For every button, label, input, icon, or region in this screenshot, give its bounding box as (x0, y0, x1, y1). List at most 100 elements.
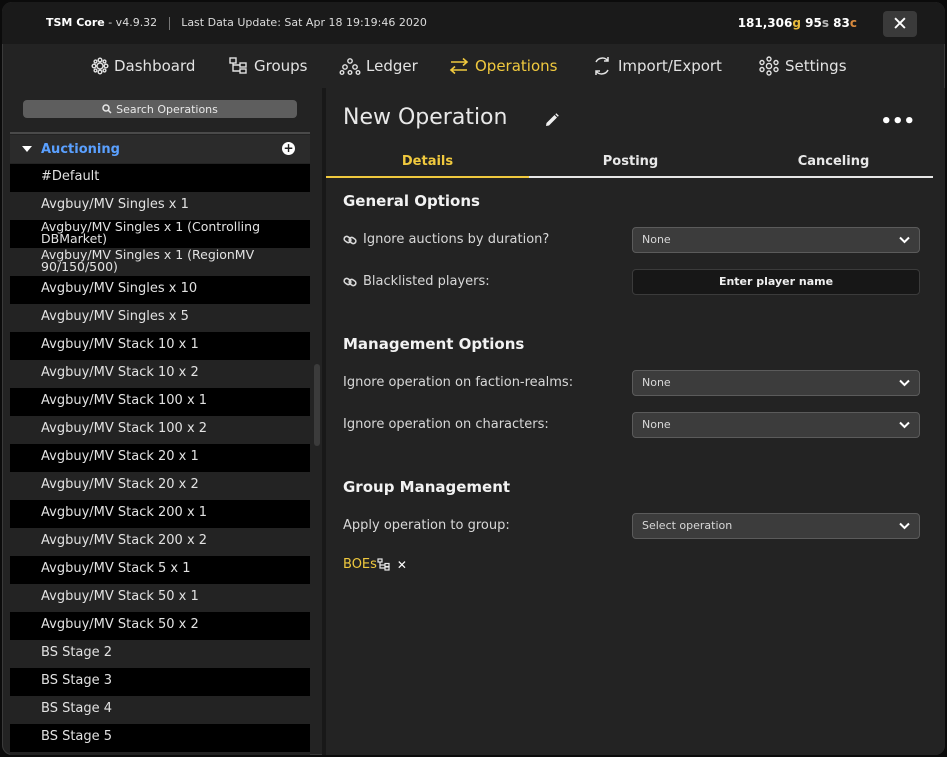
nav-operations[interactable]: Operations (448, 52, 557, 80)
list-item[interactable]: Avgbuy/MV Stack 5 x 1 (10, 556, 310, 584)
search-icon (102, 104, 112, 114)
list-item[interactable]: Avgbuy/MV Stack 50 x 2 (10, 612, 310, 640)
list-item[interactable]: BS Stage 2 (10, 640, 310, 668)
nav-label: Settings (785, 57, 847, 75)
chevron-down-icon (899, 421, 910, 429)
main-nav: Dashboard Groups Ledger Operations Impor… (2, 46, 945, 86)
characters-dropdown[interactable]: None (632, 412, 920, 438)
list-item[interactable]: Avgbuy/MV Singles x 1 (Controlling DBMar… (10, 220, 310, 248)
ignore-duration-dropdown[interactable]: None (632, 227, 920, 253)
ignore-duration-label: Ignore auctions by duration? (363, 232, 550, 247)
chevron-down-icon (899, 522, 910, 530)
nav-label: Import/Export (618, 57, 722, 75)
silver-unit: s (821, 16, 829, 30)
list-item[interactable]: Avgbuy/MV Stack 10 x 1 (10, 332, 310, 360)
list-item[interactable]: Avgbuy/MV Stack 10 x 2 (10, 360, 310, 388)
chevron-down-icon (899, 379, 910, 387)
settings-icon (759, 56, 779, 76)
sidebar-divider (10, 132, 310, 134)
import-export-icon (595, 57, 609, 75)
dropdown-value: None (642, 418, 671, 431)
module-label: Auctioning (41, 142, 120, 157)
tab-posting[interactable]: Posting (529, 154, 732, 169)
list-item[interactable]: Avgbuy/MV Stack 20 x 2 (10, 472, 310, 500)
ignore-duration-row: Ignore auctions by duration? (343, 232, 549, 247)
copper-amount: 83 (833, 16, 850, 30)
dropdown-value: None (642, 233, 671, 246)
operation-details-panel: New Operation ••• Details Posting Cancel… (326, 88, 945, 755)
group-tag-boes: BOEs ✕ (343, 557, 407, 572)
blacklist-label: Blacklisted players: (363, 274, 490, 289)
faction-realms-label: Ignore operation on faction-realms: (343, 375, 574, 390)
list-item[interactable]: Avgbuy/MV Stack 100 x 1 (10, 388, 310, 416)
group-tag-icon (377, 558, 390, 571)
chevron-down-icon (899, 236, 910, 244)
list-item[interactable]: BS Stage 3 (10, 668, 310, 696)
nav-label: Operations (475, 57, 558, 75)
blacklist-row: Blacklisted players: (343, 274, 490, 289)
link-icon[interactable] (343, 233, 357, 247)
title-bar[interactable]: TSM Core - v4.9.32 Last Data Update: Sat… (2, 2, 945, 44)
nav-label: Dashboard (114, 57, 196, 75)
nav-ledger[interactable]: Ledger (339, 52, 418, 80)
remove-group-icon[interactable]: ✕ (397, 558, 407, 572)
link-icon[interactable] (343, 275, 357, 289)
operations-sidebar: Search Operations Auctioning + #Default … (10, 88, 310, 755)
gold-amount: 181,306 (737, 16, 793, 30)
list-item[interactable]: Avgbuy/MV Singles x 1 (RegionMV 90/150/5… (10, 248, 310, 276)
nav-label: Ledger (366, 57, 418, 75)
list-item[interactable]: Avgbuy/MV Stack 200 x 2 (10, 528, 310, 556)
operations-list: #Default Avgbuy/MV Singles x 1 Avgbuy/MV… (10, 164, 310, 752)
management-options-heading: Management Options (343, 335, 525, 353)
list-item[interactable]: Avgbuy/MV Stack 100 x 2 (10, 416, 310, 444)
more-options-icon[interactable]: ••• (880, 111, 915, 132)
app-name: TSM Core (46, 16, 105, 29)
list-item[interactable]: Avgbuy/MV Singles x 1 (10, 192, 310, 220)
search-placeholder: Search Operations (116, 102, 218, 116)
nav-label: Groups (254, 57, 308, 75)
nav-dashboard[interactable]: Dashboard (91, 52, 195, 80)
groups-icon (229, 57, 247, 74)
add-operation-button[interactable]: + (282, 142, 295, 155)
list-item[interactable]: Avgbuy/MV Singles x 10 (10, 276, 310, 304)
list-item[interactable]: Avgbuy/MV Stack 20 x 1 (10, 444, 310, 472)
app-version: - v4.9.32 (108, 16, 158, 29)
sidebar-scrollbar[interactable] (314, 364, 320, 446)
operation-title: New Operation (343, 105, 508, 130)
title-text: TSM Core - v4.9.32 Last Data Update: Sat… (46, 16, 427, 30)
list-item[interactable]: Avgbuy/MV Stack 50 x 1 (10, 584, 310, 612)
list-item[interactable]: BS Stage 5 (10, 724, 310, 752)
characters-label: Ignore operation on characters: (343, 417, 549, 432)
silver-amount: 95 (805, 16, 822, 30)
last-update: Last Data Update: Sat Apr 18 19:19:46 20… (181, 16, 427, 29)
module-header-auctioning[interactable]: Auctioning + (10, 135, 310, 163)
search-input[interactable]: Search Operations (23, 100, 297, 118)
title-separator (168, 16, 170, 30)
list-item[interactable]: BS Stage 4 (10, 696, 310, 724)
group-tag-label: BOEs (343, 557, 377, 572)
apply-group-label: Apply operation to group: (343, 518, 510, 533)
collapse-triangle-icon[interactable] (22, 146, 32, 152)
blacklist-player-input[interactable]: Enter player name (632, 269, 920, 295)
list-item[interactable]: Avgbuy/MV Stack 200 x 1 (10, 500, 310, 528)
operations-icon (449, 57, 469, 75)
gold-display: 181,306g 95s 83c (738, 16, 857, 30)
nav-settings[interactable]: Settings (758, 52, 847, 80)
tsm-window: TSM Core - v4.9.32 Last Data Update: Sat… (2, 2, 945, 755)
faction-realms-dropdown[interactable]: None (632, 370, 920, 396)
list-item[interactable]: #Default (10, 164, 310, 192)
apply-group-dropdown[interactable]: Select operation (632, 513, 920, 539)
tab-canceling[interactable]: Canceling (732, 154, 935, 169)
tab-details[interactable]: Details (326, 154, 529, 169)
list-item[interactable]: Avgbuy/MV Singles x 5 (10, 304, 310, 332)
copper-unit: c (849, 16, 857, 30)
edit-pencil-icon[interactable] (545, 113, 559, 127)
nav-import-export[interactable]: Import/Export (591, 52, 722, 80)
dropdown-value: Select operation (642, 519, 733, 532)
general-options-heading: General Options (343, 192, 480, 210)
close-button[interactable]: ✕ (883, 11, 917, 37)
group-management-heading: Group Management (343, 478, 511, 496)
close-icon: ✕ (892, 13, 908, 35)
dashboard-icon (91, 57, 109, 75)
nav-groups[interactable]: Groups (229, 52, 307, 80)
